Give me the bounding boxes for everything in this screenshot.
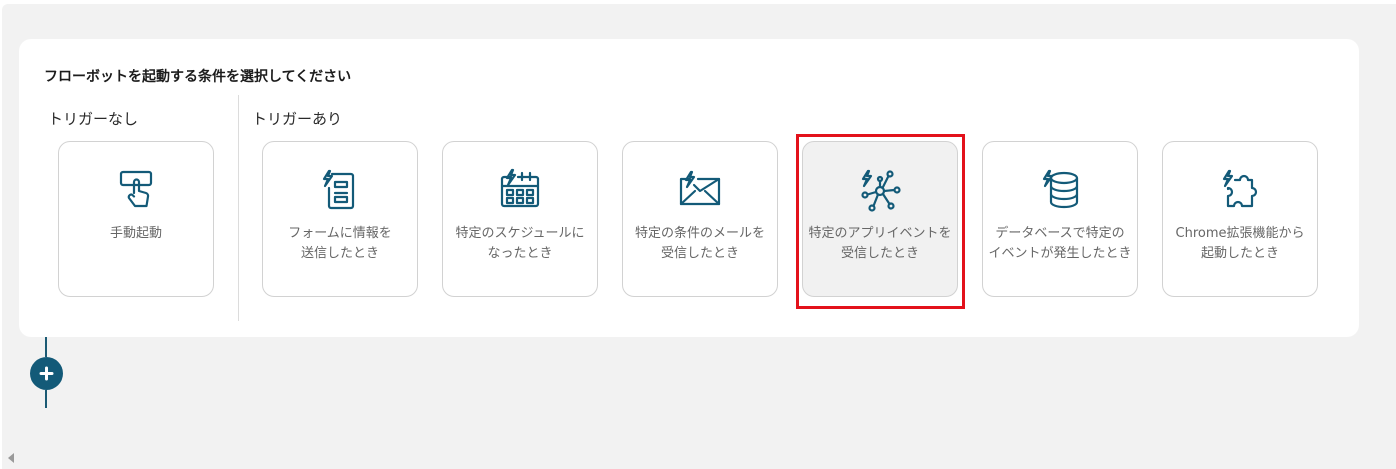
panel-title: フローボットを起動する条件を選択してください	[44, 69, 352, 85]
schedule-trigger-card[interactable]: 特定のスケジュールに なったとき	[442, 141, 598, 297]
plus-icon	[39, 366, 54, 381]
card-label: 特定のアプリイベントを 受信したとき	[808, 226, 952, 261]
form-trigger-card[interactable]: フォームに情報を 送信したとき	[262, 141, 418, 297]
card-label: フォームに情報を 送信したとき	[288, 226, 392, 261]
card-label: 特定のスケジュールに なったとき	[455, 226, 585, 261]
card-label: 手動起動	[109, 226, 162, 241]
card-label: Chrome拡張機能から 起動したとき	[1175, 226, 1305, 261]
chrome-extension-trigger-card[interactable]: Chrome拡張機能から 起動したとき	[1162, 141, 1318, 297]
with-trigger-section-label: トリガーあり	[252, 110, 343, 128]
add-step-button[interactable]	[30, 357, 63, 390]
no-trigger-section-label: トリガーなし	[48, 110, 139, 128]
app-event-icon	[858, 168, 902, 212]
app-event-trigger-card[interactable]: 特定のアプリイベントを 受信したとき	[802, 141, 958, 297]
card-label: データベースで特定の イベントが発生したとき	[988, 226, 1132, 261]
section-divider	[238, 95, 239, 321]
hand-tap-icon	[114, 168, 158, 212]
mail-icon	[678, 168, 722, 212]
card-label: 特定の条件のメールを 受信したとき	[634, 226, 765, 261]
mail-trigger-card[interactable]: 特定の条件のメールを 受信したとき	[622, 141, 778, 297]
flow-connector-top	[45, 337, 47, 357]
flow-connector-bottom	[45, 390, 47, 408]
database-trigger-card[interactable]: データベースで特定の イベントが発生したとき	[982, 141, 1138, 297]
puzzle-icon	[1218, 168, 1262, 212]
manual-start-card[interactable]: 手動起動	[58, 141, 214, 297]
trigger-selection-panel: フローボットを起動する条件を選択してください トリガーなし トリガーあり 手動起…	[19, 39, 1359, 337]
scroll-left-arrow-icon[interactable]	[6, 449, 16, 463]
database-icon	[1038, 168, 1082, 212]
calendar-icon	[498, 168, 542, 212]
form-icon	[318, 168, 362, 212]
